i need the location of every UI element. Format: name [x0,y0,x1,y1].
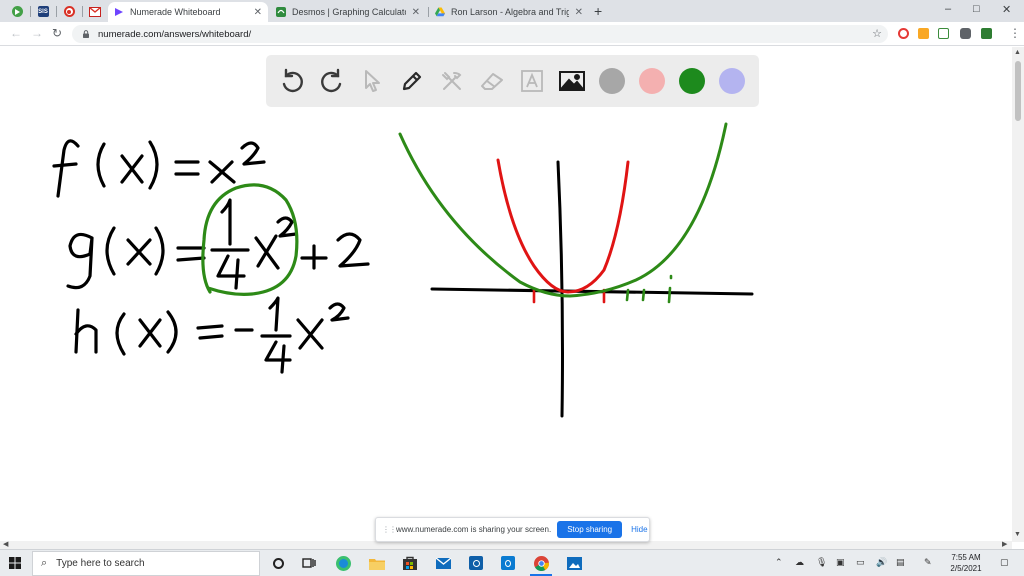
pen-icon [402,71,422,91]
pointer-tool[interactable] [356,65,388,97]
handwritten-equation-h [74,296,350,374]
battery-icon[interactable]: ▤ [896,557,905,568]
pen-tool[interactable] [396,65,428,97]
tray-overflow-icon[interactable]: ⌃ [775,557,783,568]
mail-icon[interactable] [435,555,451,571]
edge-browser-icon[interactable] [335,555,351,571]
scroll-right-icon[interactable]: ▶ [1002,540,1007,548]
eraser-icon [481,73,503,90]
scrollbar-thumb[interactable] [1015,61,1021,121]
stop-sharing-button[interactable]: Stop sharing [557,521,623,538]
color-green-swatch[interactable] [676,65,708,97]
horizontal-scrollbar[interactable]: ◀ ▶ [0,541,1012,549]
drag-handle-icon[interactable]: ⋮⋮ [382,525,397,534]
task-view-icon[interactable] [301,555,317,571]
clock-time: 7:55 AM [951,553,981,562]
photos-icon[interactable] [566,555,582,571]
redo-icon [321,68,342,93]
system-clock[interactable]: 7:55 AM 2/5/2021 [940,552,992,574]
onedrive-icon[interactable]: ☁ [795,557,804,568]
undo-icon [282,68,303,93]
color-swatch [639,68,665,94]
tools-button[interactable] [436,65,468,97]
search-icon: ⌕ [41,557,48,569]
handwritten-equation-g [66,198,370,290]
text-tool[interactable] [516,65,548,97]
file-explorer-icon[interactable] [369,555,385,571]
eraser-tool[interactable] [476,65,508,97]
color-gray-swatch[interactable] [596,65,628,97]
color-swatch [599,68,625,94]
store-icon[interactable] [402,555,418,571]
windows-taskbar: ⌕ Type here to search ⌃ ☁ 🎙 ▣ ▭ � [0,549,1024,576]
image-tool[interactable] [556,65,588,97]
undo-button[interactable] [276,65,308,97]
app-icon-blue[interactable] [468,555,484,571]
color-purple-swatch[interactable] [716,65,748,97]
notifications-icon[interactable]: ▢ [1000,557,1009,568]
text-tool-icon [521,70,543,92]
hide-button[interactable]: Hide [631,525,647,534]
clock-date: 2/5/2021 [950,564,982,573]
color-swatch [679,68,705,94]
chrome-icon[interactable] [533,555,549,571]
pointer-icon [365,70,380,92]
cortana-icon[interactable] [270,555,286,571]
windows-start-icon[interactable] [9,557,21,569]
whiteboard-toolbar [266,55,759,107]
image-icon [559,71,585,91]
screen-share-notice: ⋮⋮ www.numerade.com is sharing your scre… [375,517,650,542]
pen-workspace-icon[interactable]: ✎ [924,557,932,568]
tools-icon [442,72,462,90]
scroll-up-icon[interactable]: ▲ [1014,49,1021,56]
volume-icon[interactable]: 🔊 [876,557,887,568]
microphone-icon[interactable]: 🎙 [816,557,827,568]
network-icon[interactable]: ▭ [856,557,865,568]
app-icon-outlook[interactable] [500,555,516,571]
search-placeholder: Type here to search [56,558,145,569]
redo-button[interactable] [316,65,348,97]
share-message: www.numerade.com is sharing your screen. [396,525,552,534]
scroll-down-icon[interactable]: ▼ [1014,531,1021,538]
screen-share-tray-icon[interactable]: ▣ [836,557,845,568]
green-circle-annotation [201,183,299,296]
scroll-left-icon[interactable]: ◀ [3,540,8,548]
color-swatch [719,68,745,94]
vertical-scrollbar[interactable]: ▲ ▼ [1012,47,1024,542]
handwritten-equation-f [52,139,266,198]
color-pink-swatch[interactable] [636,65,668,97]
taskbar-search[interactable]: ⌕ Type here to search [32,551,260,576]
